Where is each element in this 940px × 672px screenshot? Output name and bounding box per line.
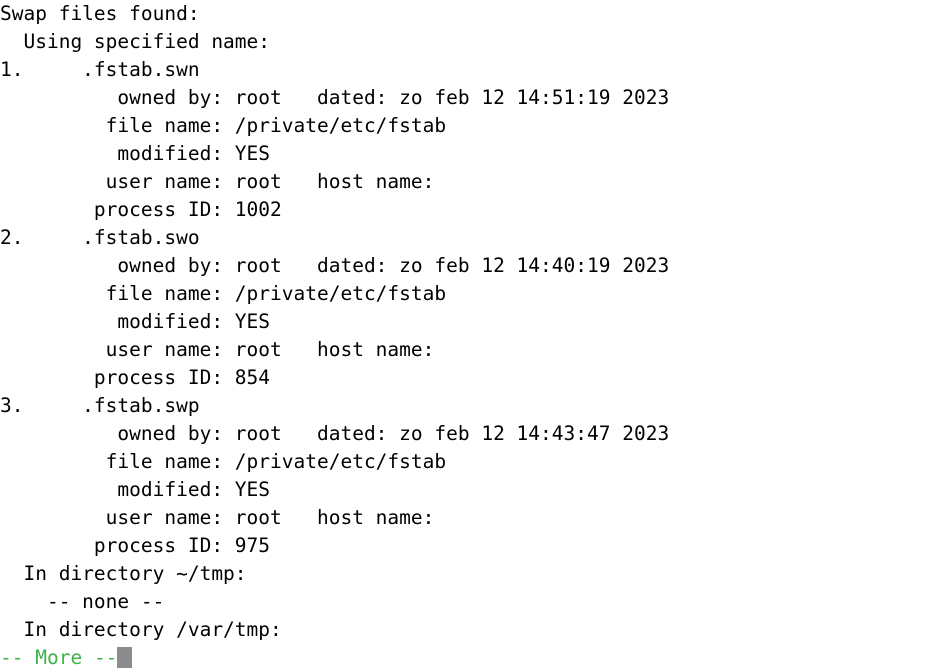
swap-entry-3-name: 3. .fstab.swp xyxy=(0,394,200,417)
swap-entry-1-user-host-name: user name: root host name: xyxy=(0,170,435,193)
using-specified-name-subheader: Using specified name: xyxy=(0,30,271,53)
swap-files-found-header: Swap files found: xyxy=(0,2,200,25)
swap-entry-3-user-host-name: user name: root host name: xyxy=(0,506,435,529)
swap-entry-1-process-id: process ID: 1002 xyxy=(0,198,282,221)
text-cursor xyxy=(117,647,132,668)
swap-entry-1-modified: modified: YES xyxy=(0,142,271,165)
swap-entry-1-name: 1. .fstab.swn xyxy=(0,58,200,81)
swap-entry-2-owned-by-dated: owned by: root dated: zo feb 12 14:40:19… xyxy=(0,254,670,277)
directory-heading-home-tmp: In directory ~/tmp: xyxy=(0,562,247,585)
swap-entry-2-process-id: process ID: 854 xyxy=(0,366,271,389)
directory-contents-none: -- none -- xyxy=(0,590,165,613)
swap-entry-3-process-id: process ID: 975 xyxy=(0,534,271,557)
more-prompt-label: -- More -- xyxy=(0,646,118,669)
swap-entry-2-file-name: file name: /private/etc/fstab xyxy=(0,282,447,305)
swap-entry-3-owned-by-dated: owned by: root dated: zo feb 12 14:43:47… xyxy=(0,422,670,445)
swap-entry-2-name: 2. .fstab.swo xyxy=(0,226,200,249)
directory-heading-var-tmp: In directory /var/tmp: xyxy=(0,618,282,641)
swap-entry-2-modified: modified: YES xyxy=(0,310,271,333)
swap-entry-1-file-name: file name: /private/etc/fstab xyxy=(0,114,447,137)
swap-entry-3-modified: modified: YES xyxy=(0,478,271,501)
swap-entry-3-file-name: file name: /private/etc/fstab xyxy=(0,450,447,473)
swap-entry-2-user-host-name: user name: root host name: xyxy=(0,338,435,361)
terminal-screen[interactable]: Swap files found: Using specified name: … xyxy=(0,0,940,669)
more-prompt-line[interactable]: -- More -- xyxy=(0,644,940,672)
swap-entry-1-owned-by-dated: owned by: root dated: zo feb 12 14:51:19… xyxy=(0,86,670,109)
